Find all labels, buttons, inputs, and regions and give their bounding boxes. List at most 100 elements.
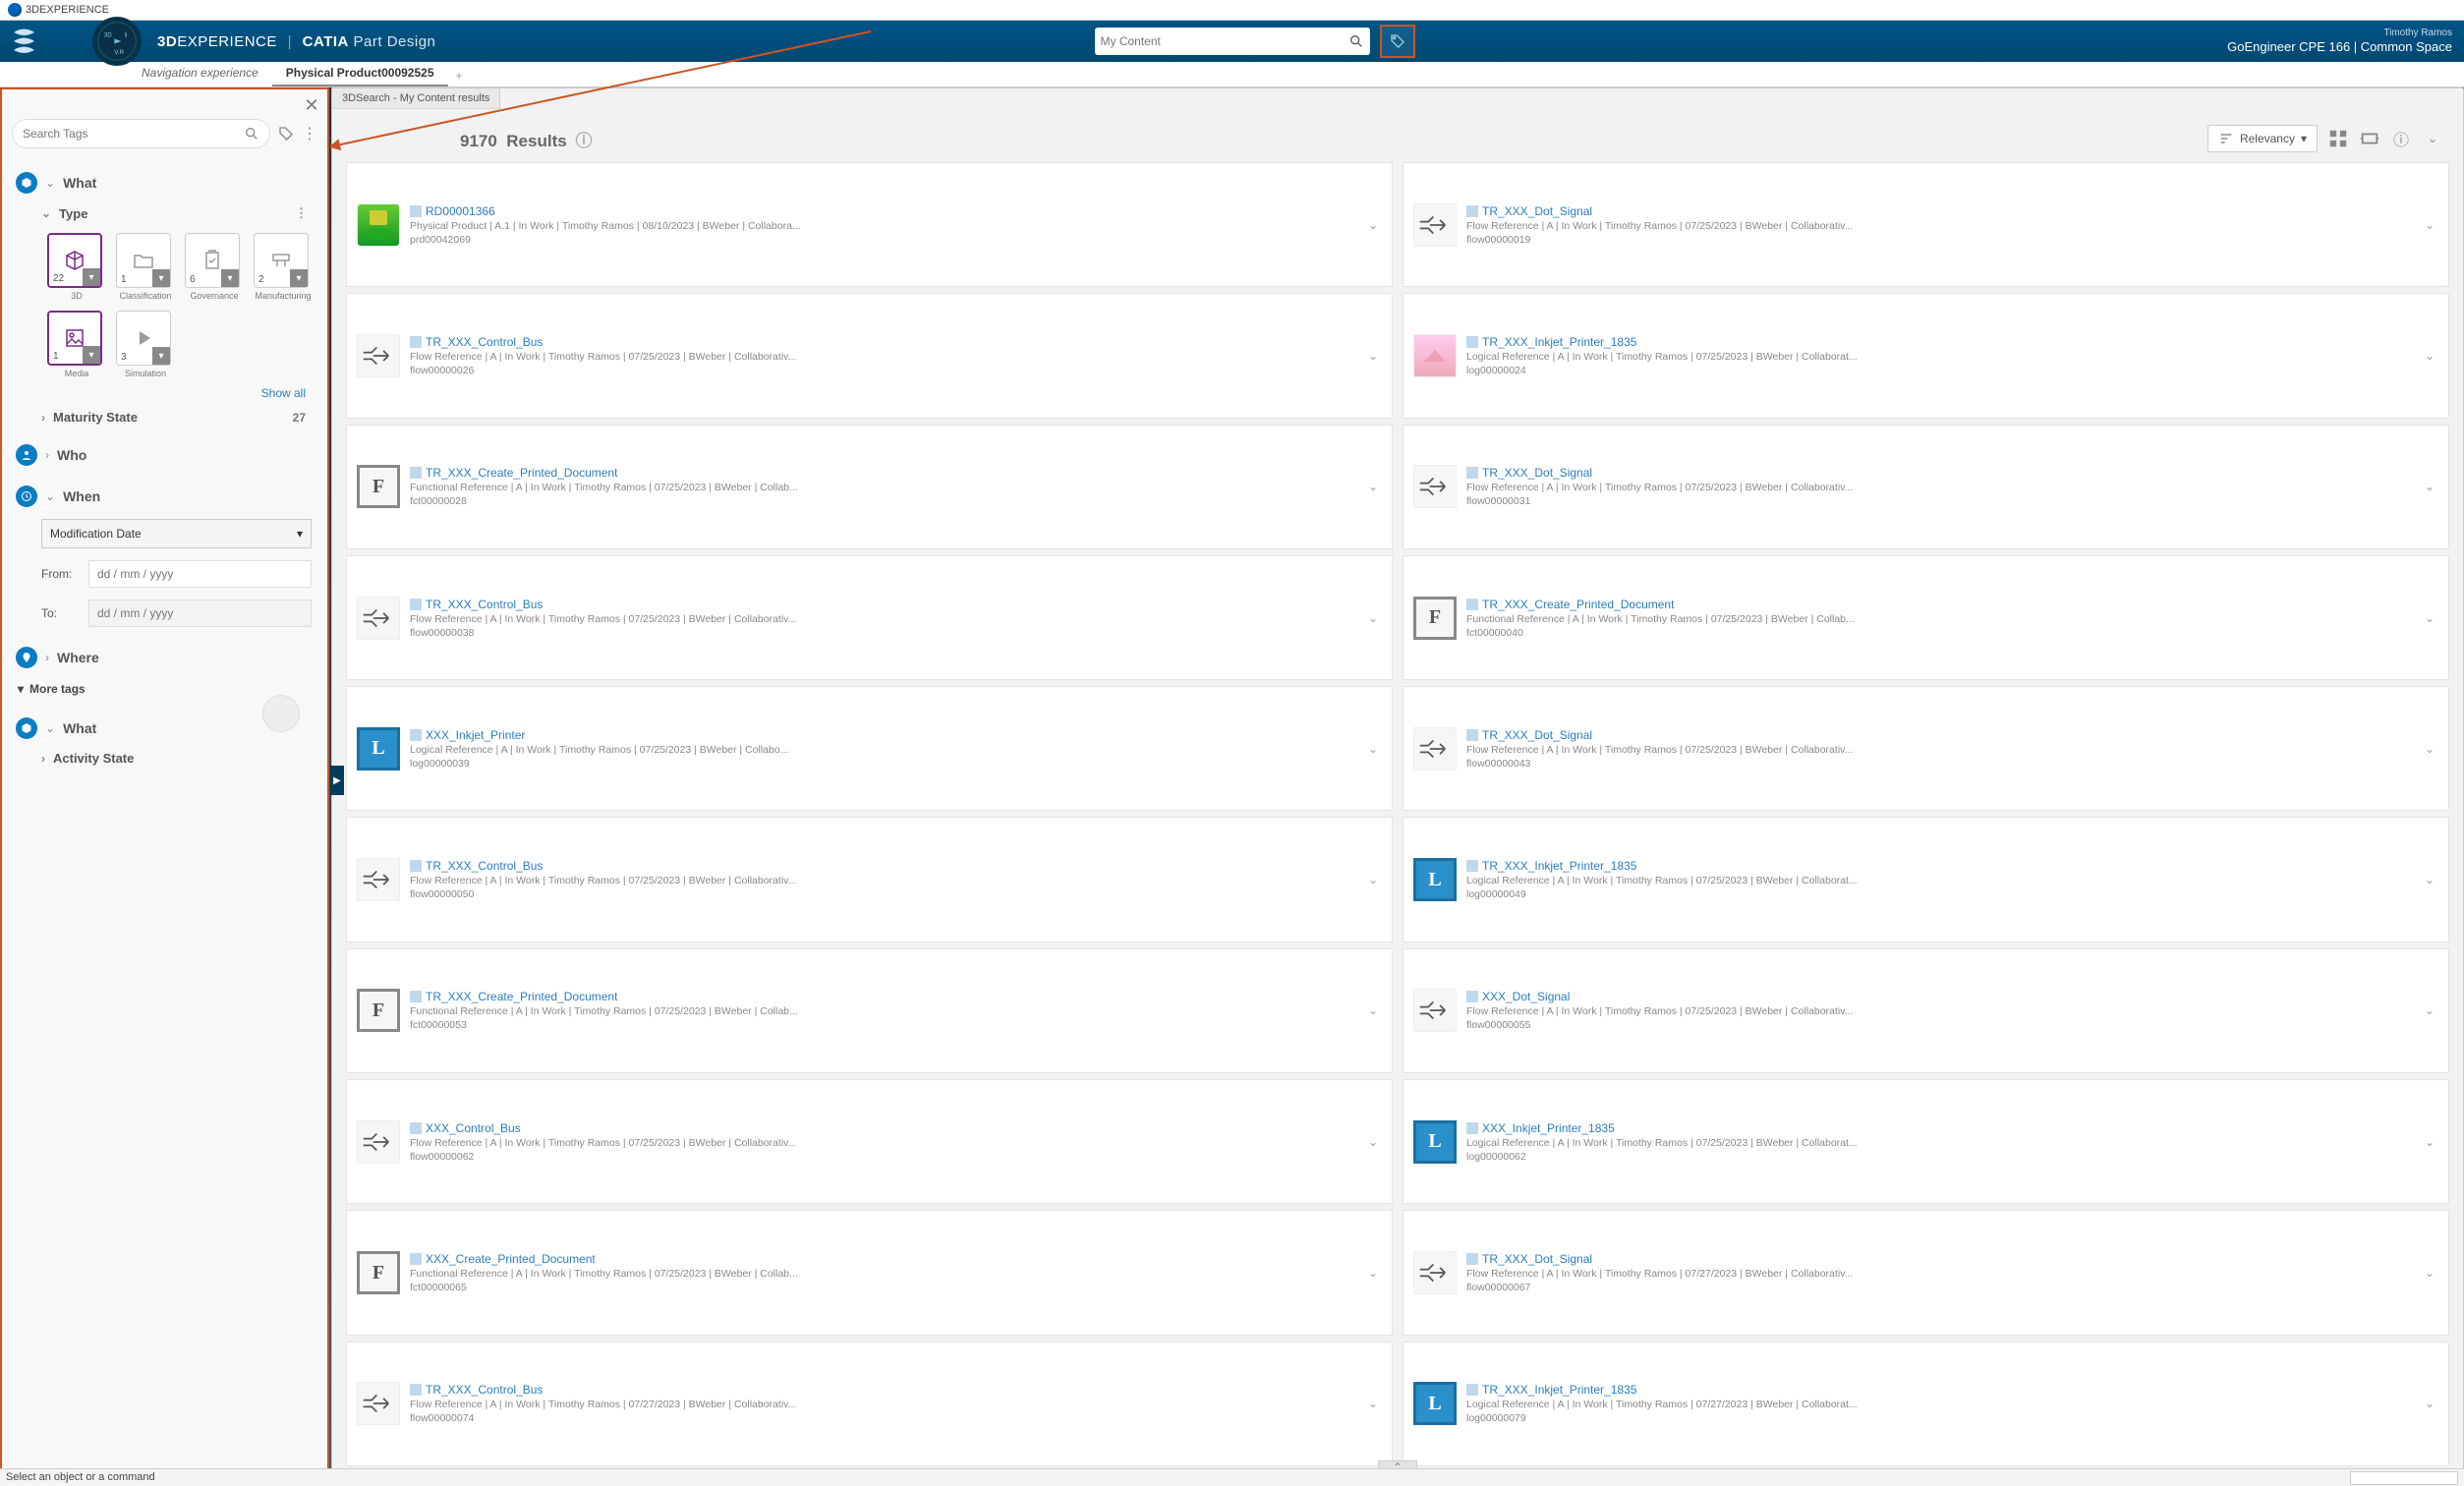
tab[interactable]: Navigation experience	[128, 61, 272, 86]
when-date-type-select[interactable]: Modification Date ▾	[41, 519, 312, 548]
result-title[interactable]: TR_XXX_Create_Printed_Document	[410, 466, 1354, 480]
result-title[interactable]: XXX_Inkjet_Printer_1835	[1466, 1121, 2411, 1135]
search-icon[interactable]	[244, 126, 259, 142]
chevron-down-icon[interactable]: ⌄	[2422, 130, 2443, 147]
result-card[interactable]: TR_XXX_Control_Bus Flow Reference | A | …	[346, 555, 1393, 680]
result-card[interactable]: TR_XXX_Inkjet_Printer_1835 Logical Refer…	[1403, 293, 2449, 418]
chevron-down-icon[interactable]: ⌄	[2421, 738, 2438, 760]
tag-icon[interactable]	[278, 126, 294, 142]
result-title[interactable]: TR_XXX_Create_Printed_Document	[1466, 598, 2411, 611]
result-card[interactable]: F XXX_Create_Printed_Document Functional…	[346, 1210, 1393, 1335]
chevron-down-icon[interactable]: ⌄	[1364, 607, 1382, 629]
result-title[interactable]: XXX_Control_Bus	[410, 1121, 1354, 1135]
result-title[interactable]: TR_XXX_Inkjet_Printer_1835	[1466, 335, 2411, 349]
expand-handle[interactable]: ▶	[330, 766, 344, 795]
search-input[interactable]	[1101, 34, 1348, 48]
tag-button[interactable]	[1380, 25, 1415, 58]
type-tile-simulation[interactable]: 3▾	[116, 311, 171, 366]
result-card[interactable]: XXX_Dot_Signal Flow Reference | A | In W…	[1403, 948, 2449, 1073]
result-title[interactable]: TR_XXX_Control_Bus	[410, 598, 1354, 611]
result-card[interactable]: L TR_XXX_Inkjet_Printer_1835 Logical Ref…	[1403, 1342, 2449, 1466]
result-card[interactable]: F TR_XXX_Create_Printed_Document Functio…	[346, 425, 1393, 549]
result-card[interactable]: TR_XXX_Dot_Signal Flow Reference | A | I…	[1403, 162, 2449, 287]
result-card[interactable]: RD00001366 Physical Product | A.1 | In W…	[346, 162, 1393, 287]
search-icon[interactable]	[1348, 33, 1364, 49]
statusbar-field[interactable]	[2350, 1471, 2458, 1485]
chevron-down-icon[interactable]: ⌄	[2421, 214, 2438, 236]
type-tile-governance[interactable]: 6▾	[185, 233, 240, 288]
result-title[interactable]: TR_XXX_Control_Bus	[410, 1383, 1354, 1397]
kebab-icon[interactable]: ⋮	[295, 205, 314, 221]
chevron-down-icon[interactable]: ▾	[152, 347, 170, 365]
chevron-down-icon[interactable]: ⌄	[2421, 345, 2438, 367]
chevron-down-icon[interactable]: ⌄	[2421, 1393, 2438, 1414]
chevron-down-icon[interactable]: ⌄	[2421, 476, 2438, 497]
chevron-down-icon[interactable]: ⌄	[1364, 1393, 1382, 1414]
facet-type[interactable]: ⌄ Type ⋮	[37, 200, 317, 227]
ds-logo[interactable]	[8, 24, 43, 59]
result-title[interactable]: TR_XXX_Control_Bus	[410, 335, 1354, 349]
result-card[interactable]: TR_XXX_Control_Bus Flow Reference | A | …	[346, 293, 1393, 418]
result-title[interactable]: TR_XXX_Control_Bus	[410, 859, 1354, 873]
chevron-down-icon[interactable]: ▾	[290, 269, 308, 287]
sort-dropdown[interactable]: Relevancy ▾	[2207, 125, 2318, 152]
chevron-down-icon[interactable]: ⌄	[2421, 607, 2438, 629]
result-card[interactable]: F TR_XXX_Create_Printed_Document Functio…	[346, 948, 1393, 1073]
chevron-down-icon[interactable]: ▾	[83, 346, 100, 364]
result-title[interactable]: TR_XXX_Create_Printed_Document	[410, 990, 1354, 1003]
result-card[interactable]: L TR_XXX_Inkjet_Printer_1835 Logical Ref…	[1403, 817, 2449, 942]
chevron-down-icon[interactable]: ⌄	[1364, 476, 1382, 497]
type-tile-media[interactable]: 1▾	[47, 311, 102, 366]
chevron-down-icon[interactable]: ⌄	[1364, 345, 1382, 367]
facet-who[interactable]: › Who	[12, 438, 317, 472]
facet-maturity[interactable]: › Maturity State 27	[37, 404, 317, 430]
result-title[interactable]: XXX_Inkjet_Printer	[410, 728, 1354, 742]
to-date-input[interactable]	[88, 600, 312, 627]
facet-activity-state[interactable]: › Activity State	[37, 745, 317, 772]
tag-search-input[interactable]	[23, 127, 244, 141]
type-tile-classification[interactable]: 1▾	[116, 233, 171, 288]
chevron-down-icon[interactable]: ⌄	[1364, 738, 1382, 760]
result-card[interactable]: L XXX_Inkjet_Printer_1835 Logical Refere…	[1403, 1079, 2449, 1204]
result-title[interactable]: TR_XXX_Dot_Signal	[1466, 204, 2411, 218]
result-title[interactable]: TR_XXX_Dot_Signal	[1466, 466, 2411, 480]
result-card[interactable]: TR_XXX_Control_Bus Flow Reference | A | …	[346, 817, 1393, 942]
type-tile-3d[interactable]: 22▾	[47, 233, 102, 288]
info-icon[interactable]: ⓘ	[2390, 130, 2412, 147]
result-card[interactable]: F TR_XXX_Create_Printed_Document Functio…	[1403, 555, 2449, 680]
chevron-down-icon[interactable]: ⌄	[2421, 1131, 2438, 1153]
chevron-down-icon[interactable]: ⌄	[1364, 1000, 1382, 1021]
tag-search[interactable]	[12, 119, 270, 148]
chevron-down-icon[interactable]: ⌄	[2421, 1262, 2438, 1284]
compass[interactable]: 3DV.Rℹ	[92, 17, 142, 66]
chevron-down-icon[interactable]: ⌄	[2421, 869, 2438, 890]
tab[interactable]: Physical Product00092525	[272, 61, 448, 86]
kebab-icon[interactable]: ⋮	[302, 124, 317, 143]
chevron-down-icon[interactable]: ⌄	[1364, 214, 1382, 236]
chevron-down-icon[interactable]: ⌄	[1364, 1262, 1382, 1284]
grid-view-icon[interactable]	[2327, 130, 2349, 147]
chevron-down-icon[interactable]: ⌄	[1364, 869, 1382, 890]
floating-bubble[interactable]	[262, 695, 300, 732]
result-title[interactable]: TR_XXX_Dot_Signal	[1466, 1252, 2411, 1266]
result-title[interactable]: TR_XXX_Inkjet_Printer_1835	[1466, 1383, 2411, 1397]
show-all-link[interactable]: Show all	[261, 386, 306, 400]
expand-icon[interactable]	[2359, 130, 2380, 147]
chevron-down-icon[interactable]: ▾	[152, 269, 170, 287]
help-icon[interactable]: ⓘ	[575, 132, 592, 150]
facet-when[interactable]: ⌄ When	[12, 480, 317, 513]
result-card[interactable]: XXX_Control_Bus Flow Reference | A | In …	[346, 1079, 1393, 1204]
global-search[interactable]	[1095, 28, 1370, 55]
result-title[interactable]: XXX_Create_Printed_Document	[410, 1252, 1354, 1266]
chevron-down-icon[interactable]: ⌄	[2421, 1000, 2438, 1021]
content-tab[interactable]: 3DSearch - My Content results	[332, 88, 500, 109]
result-title[interactable]: RD00001366	[410, 204, 1354, 218]
add-tab[interactable]: +	[448, 65, 471, 86]
chevron-down-icon[interactable]: ⌄	[1364, 1131, 1382, 1153]
result-title[interactable]: TR_XXX_Inkjet_Printer_1835	[1466, 859, 2411, 873]
close-icon[interactable]: ✕	[302, 95, 321, 115]
type-tile-manufacturing[interactable]: 2▾	[254, 233, 309, 288]
facet-what[interactable]: ⌄ What	[12, 166, 317, 200]
result-title[interactable]: XXX_Dot_Signal	[1466, 990, 2411, 1003]
user-context[interactable]: Timothy Ramos GoEngineer CPE 166 | Commo…	[2227, 27, 2452, 56]
